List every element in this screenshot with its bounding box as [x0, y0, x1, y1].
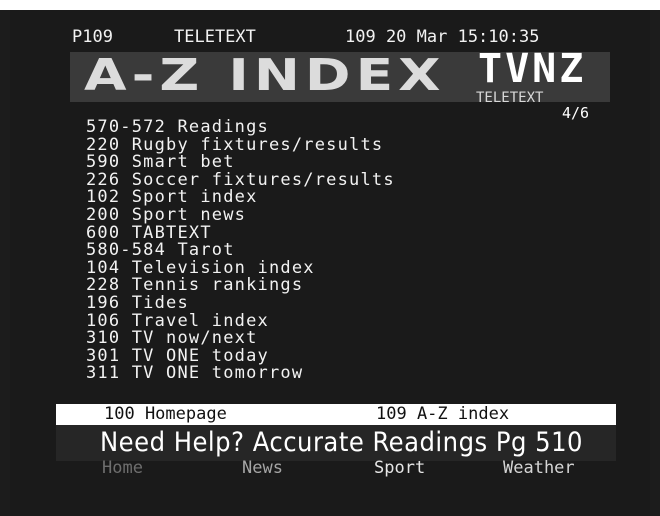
homepage-link[interactable]: 100 Homepage [104, 404, 227, 425]
index-entry-label: TV ONE tomorrow [131, 363, 304, 384]
top-border [0, 0, 660, 10]
fastext-home-link[interactable]: Home [102, 458, 143, 478]
index-entry[interactable]: 600 TABTEXT [86, 224, 212, 242]
index-entry[interactable]: 311 TV ONE tomorrow [86, 364, 303, 382]
index-entry[interactable]: 228 Tennis rankings [86, 276, 303, 294]
index-entry[interactable]: 200 Sport news [86, 206, 246, 224]
fastext-news-link[interactable]: News [242, 458, 283, 478]
page-title: A-Z INDEX [84, 50, 446, 101]
index-entry[interactable]: 220 Rugby fixtures/results [86, 136, 383, 154]
teletext-screen: P109 TELETEXT 109 20 Mar 15:10:35 A-Z IN… [0, 0, 660, 516]
fastext-sport-link[interactable]: Sport [374, 458, 425, 478]
tvnz-logo: TVNZ [478, 46, 587, 92]
help-text: Need Help? Accurate Readings Pg 510 [100, 427, 583, 458]
index-entry[interactable]: 301 TV ONE today [86, 347, 269, 365]
index-entry[interactable]: 590 Smart bet [86, 153, 235, 171]
index-entry[interactable]: 310 TV now/next [86, 329, 258, 347]
index-entry[interactable]: 106 Travel index [86, 312, 269, 330]
index-entry[interactable]: 580-584 Tarot [86, 241, 235, 259]
index-entry[interactable]: 570-572 Readings [86, 118, 269, 136]
index-entry-page: 311 [86, 363, 121, 384]
header-page-number: P109 [72, 27, 113, 47]
index-entry[interactable]: 226 Soccer fixtures/results [86, 171, 395, 189]
az-index-link[interactable]: 109 A-Z index [376, 404, 509, 425]
header-date-time: 109 20 Mar 15:10:35 [345, 27, 540, 47]
subpage-counter: 4/6 [562, 104, 590, 122]
index-entry[interactable]: 196 Tides [86, 294, 189, 312]
index-entry[interactable]: 104 Television index [86, 259, 315, 277]
index-entry[interactable]: 102 Sport index [86, 188, 258, 206]
fastext-weather-link[interactable]: Weather [503, 458, 575, 478]
header-service-name: TELETEXT [174, 27, 256, 47]
logo-subtitle: TELETEXT [476, 90, 544, 106]
